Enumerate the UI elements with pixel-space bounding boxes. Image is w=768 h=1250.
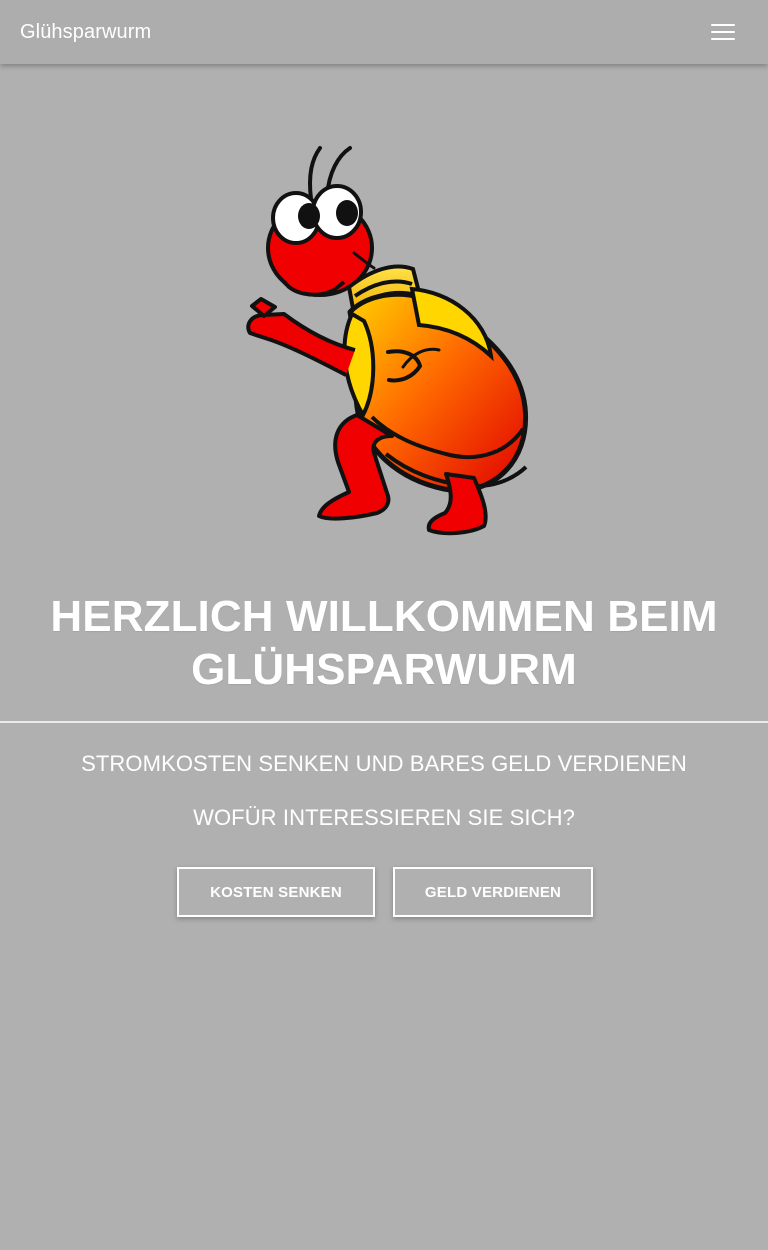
reduce-costs-button[interactable]: KOSTEN SENKEN [177, 867, 375, 917]
welcome-headline-line-1: HERZLICH WILLKOMMEN BEIM [50, 592, 718, 641]
menu-line [711, 31, 735, 33]
menu-line [711, 38, 735, 40]
hero-section: HERZLICH WILLKOMMEN BEIM GLÜHSPARWURM ST… [0, 64, 768, 1250]
interest-question: WOFÜR INTERESSIEREN SIE SICH? [193, 805, 575, 830]
top-app-bar: Glühsparwurm [0, 0, 768, 64]
glowworm-lightbulb-mascot-icon [246, 146, 529, 536]
section-divider [0, 721, 768, 723]
glowworm-mascot [226, 144, 542, 536]
menu-button[interactable] [708, 20, 738, 44]
welcome-screen: Glühsparwurm HERZLICH WILLKOMMEN BEIM GL… [0, 0, 768, 1250]
earn-money-button[interactable]: GELD VERDIENEN [393, 867, 593, 917]
subheadline: STROMKOSTEN SENKEN UND BARES GELD VERDIE… [81, 751, 687, 776]
menu-line [711, 24, 735, 26]
brand-title[interactable]: Glühsparwurm [20, 20, 151, 44]
welcome-headline-line-2: GLÜHSPARWURM [191, 645, 577, 694]
welcome-headline: HERZLICH WILLKOMMEN BEIM GLÜHSPARWURM [40, 590, 728, 696]
